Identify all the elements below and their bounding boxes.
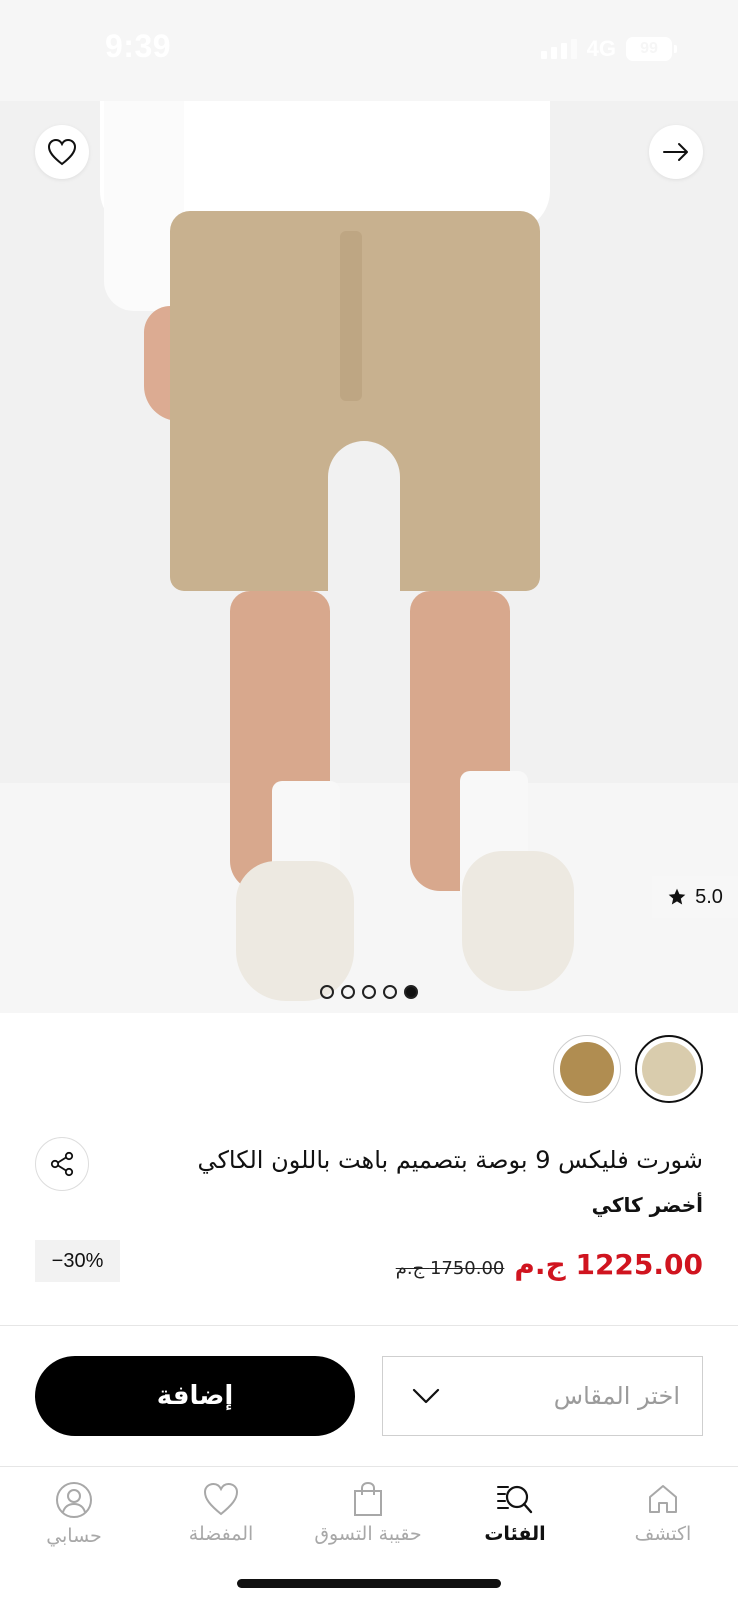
favorite-button[interactable] bbox=[35, 125, 89, 179]
rating-value: 5.0 bbox=[695, 885, 723, 908]
rating-badge: 5.0 bbox=[652, 876, 738, 918]
photo-shoe-right bbox=[462, 851, 574, 991]
product-image-gallery[interactable]: 5.0 bbox=[0, 101, 738, 1013]
status-indicators: 4G 99 bbox=[540, 36, 677, 62]
nav-item-categories[interactable]: الفئات bbox=[441, 1481, 589, 1545]
product-title: شورت فليكس 9 بوصة بتصميم باهت باللون الك… bbox=[197, 1146, 703, 1174]
next-image-button[interactable] bbox=[649, 125, 703, 179]
battery-level: 99 bbox=[640, 40, 658, 57]
nav-item-discover[interactable]: اكتشف bbox=[589, 1481, 737, 1545]
discount-badge: −30% bbox=[35, 1240, 120, 1282]
user-icon bbox=[56, 1482, 92, 1518]
pagination-dot[interactable] bbox=[383, 985, 397, 999]
swatch-fill bbox=[642, 1042, 696, 1096]
photo-shorts-gap bbox=[328, 441, 400, 601]
nav-label: حسابي bbox=[46, 1525, 102, 1547]
categories-search-icon bbox=[497, 1485, 533, 1514]
arrow-right-icon bbox=[663, 143, 688, 161]
home-icon bbox=[649, 1485, 677, 1513]
pagination-dot-active[interactable] bbox=[404, 985, 418, 999]
nav-label: الفئات bbox=[484, 1523, 546, 1545]
divider bbox=[0, 1325, 738, 1326]
color-swatch-khaki[interactable] bbox=[553, 1035, 621, 1103]
product-color-name: أخضر كاكي bbox=[591, 1193, 703, 1217]
heart-icon bbox=[47, 138, 77, 166]
status-time: 9:39 bbox=[105, 28, 172, 64]
heart-icon bbox=[203, 1482, 239, 1516]
price-row: 1225.00 ج.م 1750.00 ج.م bbox=[396, 1248, 703, 1281]
photo-floor bbox=[0, 783, 738, 1013]
photo-shorts-fly bbox=[340, 231, 362, 401]
pagination-dot[interactable] bbox=[320, 985, 334, 999]
swatch-fill bbox=[560, 1042, 614, 1096]
add-to-bag-button[interactable]: إضافة bbox=[35, 1356, 355, 1436]
share-icon bbox=[50, 1151, 74, 1177]
star-icon bbox=[668, 888, 686, 905]
nav-item-shopping-bag[interactable]: حقيبة التسوق bbox=[294, 1481, 442, 1545]
color-swatch-beige[interactable] bbox=[635, 1035, 703, 1103]
nav-label: اكتشف bbox=[634, 1523, 692, 1545]
nav-item-account[interactable]: حسابي bbox=[0, 1481, 148, 1547]
image-pagination-dots bbox=[320, 985, 418, 999]
size-select[interactable]: اختر المقاس bbox=[382, 1356, 703, 1436]
size-select-placeholder: اختر المقاس bbox=[553, 1382, 680, 1410]
network-type: 4G bbox=[586, 36, 616, 61]
shopping-bag-icon bbox=[354, 1481, 382, 1516]
signal-icon bbox=[540, 39, 577, 59]
nav-label: المفضلة bbox=[188, 1523, 254, 1545]
pagination-dot[interactable] bbox=[362, 985, 376, 999]
current-price: 1225.00 ج.م bbox=[514, 1248, 703, 1281]
battery-icon: 99 bbox=[626, 37, 677, 61]
photo-shoe-left bbox=[236, 861, 354, 1001]
old-price: 1750.00 ج.م bbox=[395, 1258, 505, 1279]
nav-item-favorites[interactable]: المفضلة bbox=[147, 1481, 295, 1545]
chevron-down-icon bbox=[412, 1388, 440, 1404]
share-button[interactable] bbox=[35, 1137, 89, 1191]
home-indicator bbox=[237, 1579, 501, 1588]
pagination-dot[interactable] bbox=[341, 985, 355, 999]
status-bar: 9:39 4G 99 bbox=[0, 0, 738, 101]
nav-label: حقيبة التسوق bbox=[314, 1523, 422, 1545]
